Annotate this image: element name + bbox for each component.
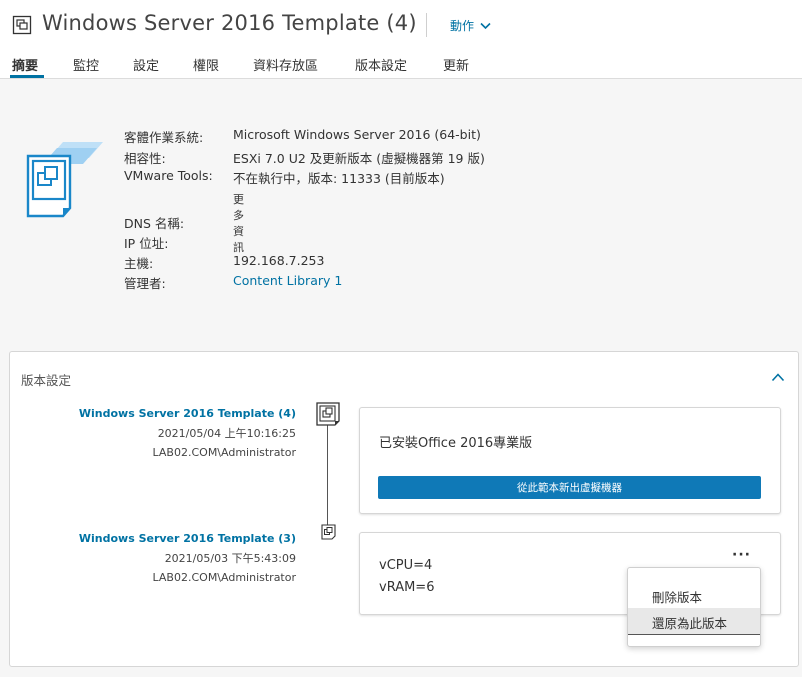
- version-3-notes-line2: vRAM=6: [379, 580, 435, 595]
- version-4-details: 已安裝Office 2016專業版 從此範本新出虛擬機器: [359, 407, 781, 514]
- version-3-name[interactable]: Windows Server 2016 Template (3): [50, 529, 296, 549]
- vm-template-icon: [12, 15, 32, 35]
- header: Windows Server 2016 Template (4) 動作 摘要 監…: [0, 0, 802, 79]
- tools-value: 不在執行中，版本: 11333 (目前版本): [233, 171, 445, 186]
- previous-version-node-icon: [321, 524, 336, 540]
- actions-label: 動作: [450, 19, 475, 33]
- chevron-up-icon[interactable]: [771, 372, 785, 382]
- version-4-meta: Windows Server 2016 Template (4) 2021/05…: [50, 404, 296, 463]
- delete-version-label: 刪除版本: [652, 590, 703, 605]
- versioning-card: 版本設定 Windows Server 2016 Template (4) 20…: [9, 351, 799, 667]
- version-3-user: LAB02.COM\Administrator: [152, 571, 296, 584]
- compat-label: 相容性:: [124, 151, 166, 166]
- dns-label: DNS 名稱:: [124, 216, 185, 231]
- active-tab-indicator: [10, 75, 44, 78]
- menu-item-revert-version[interactable]: 還原為此版本: [628, 608, 760, 634]
- guest-os-value: Microsoft Windows Server 2016 (64-bit): [233, 127, 481, 142]
- tools-label: VMware Tools:: [124, 168, 213, 183]
- version-4-name[interactable]: Windows Server 2016 Template (4): [50, 404, 296, 424]
- more-actions-icon[interactable]: ···: [732, 547, 751, 563]
- managed-by-link[interactable]: Content Library 1: [233, 273, 342, 288]
- version-3-notes-line1: vCPU=4: [379, 558, 433, 573]
- menu-divider: [628, 634, 760, 635]
- host-value: 192.168.7.253: [233, 253, 325, 268]
- guest-os-label: 客體作業系統:: [124, 130, 204, 145]
- version-4-user: LAB02.COM\Administrator: [152, 446, 296, 459]
- version-4-notes: 已安裝Office 2016專業版: [379, 436, 533, 451]
- vm-template-large-icon: [26, 142, 103, 218]
- revert-version-label: 還原為此版本: [652, 616, 728, 631]
- current-version-node-icon: [316, 402, 340, 426]
- version-context-menu: 刪除版本 還原為此版本: [627, 567, 761, 647]
- tab-configure[interactable]: 設定: [133, 55, 159, 74]
- page-title: Windows Server 2016 Template (4): [42, 11, 417, 35]
- tab-monitor[interactable]: 監控: [73, 55, 99, 74]
- chevron-down-icon: [480, 22, 491, 29]
- tab-summary[interactable]: 摘要: [12, 55, 38, 74]
- menu-item-delete-version[interactable]: 刪除版本: [628, 582, 760, 608]
- compat-value: ESXi 7.0 U2 及更新版本 (虛擬機器第 19 版): [233, 151, 485, 166]
- more-info-link[interactable]: 更多資訊: [233, 191, 244, 255]
- version-4-date: 2021/05/04 上午10:16:25: [157, 426, 296, 440]
- ip-label: IP 位址:: [124, 236, 169, 251]
- versioning-card-title: 版本設定: [21, 373, 72, 388]
- actions-dropdown[interactable]: 動作: [450, 17, 491, 34]
- title-divider: [426, 13, 427, 37]
- timeline-line: [327, 425, 328, 529]
- version-3-meta: Windows Server 2016 Template (3) 2021/05…: [50, 529, 296, 588]
- managed-by-label: 管理者:: [124, 276, 166, 291]
- host-label: 主機:: [124, 256, 154, 271]
- tab-datastores[interactable]: 資料存放區: [253, 55, 318, 74]
- tab-updates[interactable]: 更新: [443, 55, 469, 74]
- deploy-vm-button[interactable]: 從此範本新出虛擬機器: [378, 476, 761, 499]
- tab-permissions[interactable]: 權限: [193, 55, 219, 74]
- version-3-date: 2021/05/03 下午5:43:09: [164, 551, 296, 565]
- tab-versioning[interactable]: 版本設定: [355, 55, 407, 74]
